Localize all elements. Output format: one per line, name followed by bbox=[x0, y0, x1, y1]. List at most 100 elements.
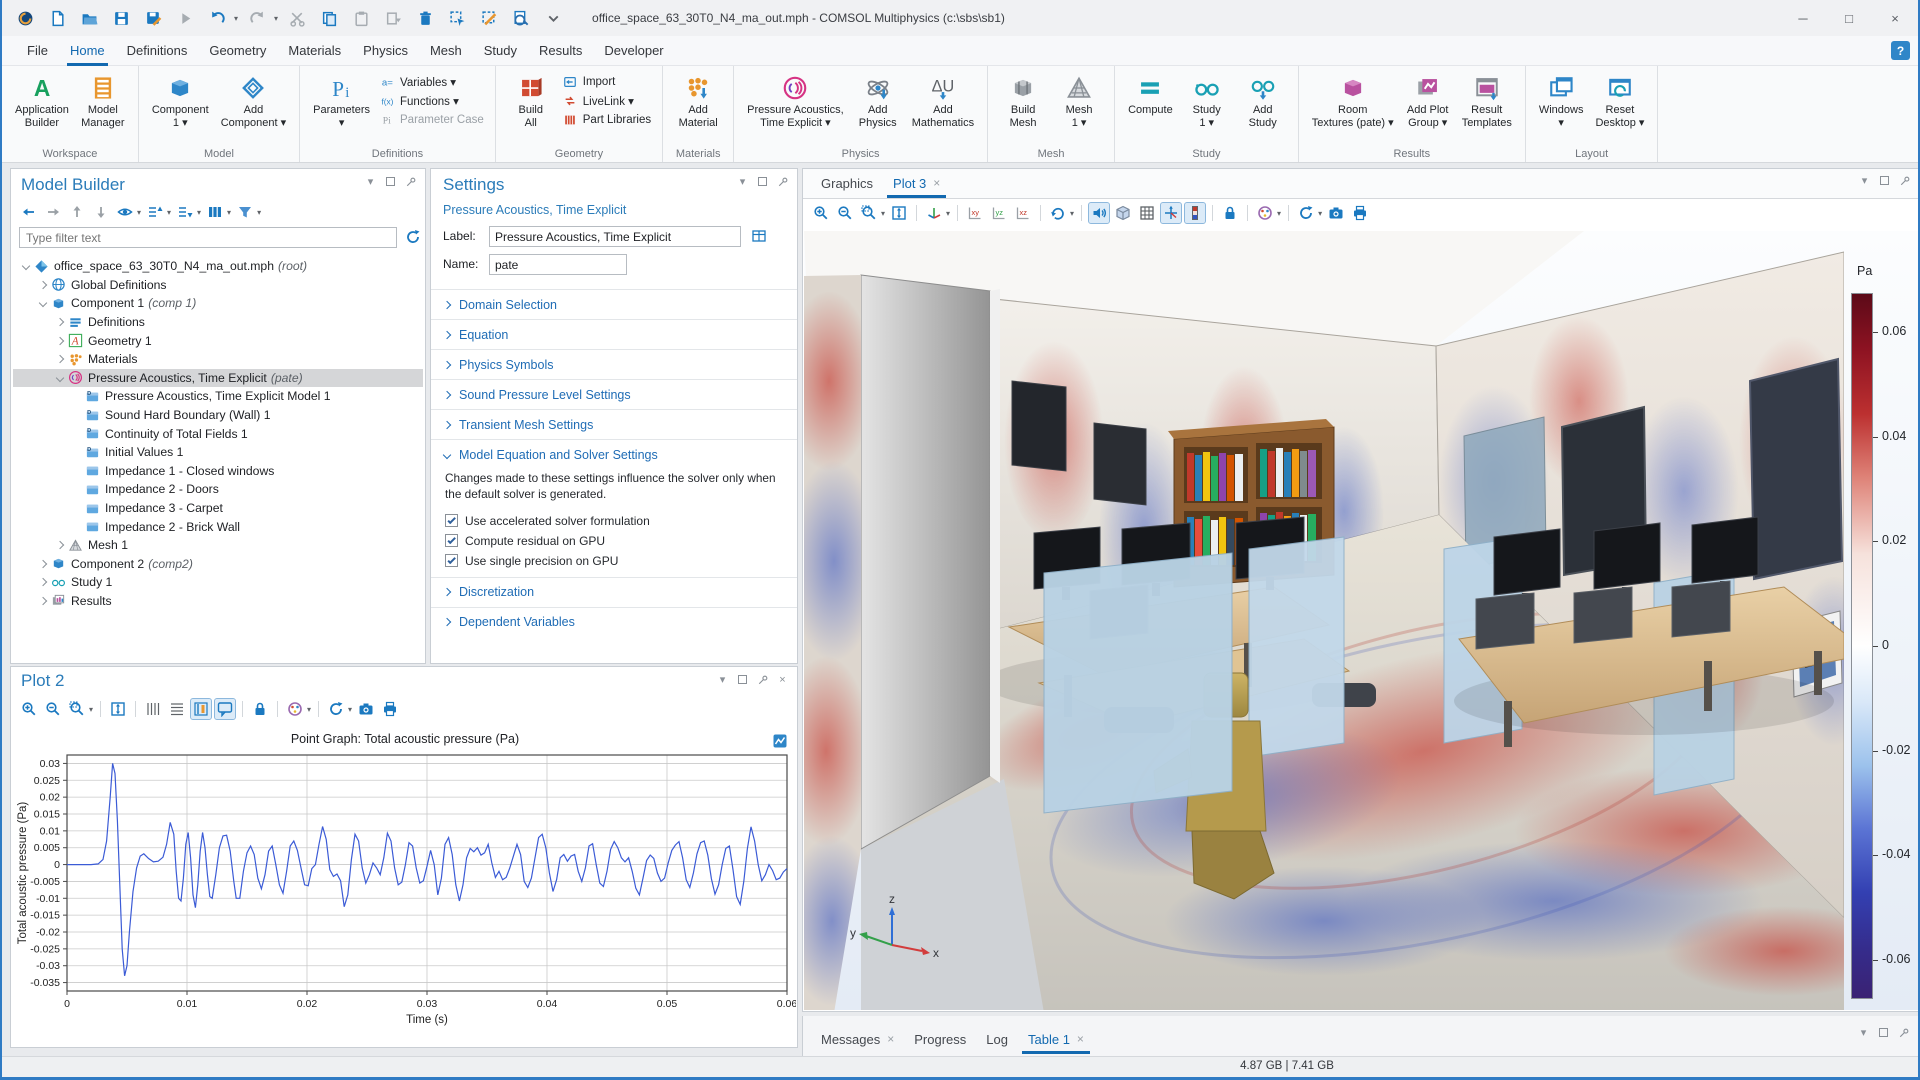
ribbon-build-button[interactable]: Build Mesh bbox=[995, 71, 1051, 133]
zoom-in-icon[interactable] bbox=[811, 203, 831, 223]
zoom-in-icon[interactable] bbox=[19, 699, 39, 719]
color-palette-caret-icon[interactable]: ▾ bbox=[307, 705, 311, 714]
ribbon-add-button[interactable]: Add Physics bbox=[850, 71, 906, 133]
zoom-box-caret-icon[interactable]: ▾ bbox=[89, 705, 93, 714]
ribbon-study-button[interactable]: Study 1 ▾ bbox=[1179, 71, 1235, 133]
dropdown-icon[interactable]: ▾ bbox=[716, 673, 729, 686]
pin-icon[interactable] bbox=[404, 175, 417, 188]
tree-item-mesh-1[interactable]: Mesh 1 bbox=[13, 536, 423, 555]
ribbon-variables--button[interactable]: a= Variables ▾ bbox=[380, 75, 484, 89]
move-down-icon[interactable] bbox=[91, 202, 111, 222]
minimize-button[interactable]: ─ bbox=[1780, 0, 1826, 36]
tree-item-geometry-1[interactable]: A Geometry 1 bbox=[13, 331, 423, 350]
zoom-extents-icon[interactable] bbox=[889, 203, 909, 223]
checkbox-box[interactable] bbox=[445, 554, 458, 568]
tooltip-icon[interactable] bbox=[214, 698, 237, 720]
pin-icon[interactable] bbox=[1897, 1026, 1910, 1039]
node-columns-caret-icon[interactable]: ▾ bbox=[227, 208, 231, 217]
print-icon[interactable] bbox=[1350, 203, 1370, 223]
collapse-all-icon[interactable] bbox=[145, 202, 165, 222]
lock-axes-icon[interactable] bbox=[250, 699, 270, 719]
app-logo-icon[interactable] bbox=[12, 5, 38, 31]
expand-all-icon[interactable] bbox=[175, 202, 195, 222]
tree-item-office-space-63-30t0-n4-ma-out-mph[interactable]: office_space_63_30T0_N4_ma_out.mph (root) bbox=[13, 257, 423, 276]
ribbon-component-button[interactable]: Component 1 ▾ bbox=[146, 71, 215, 133]
orientation-widget-icon[interactable] bbox=[1160, 202, 1183, 224]
run-icon[interactable] bbox=[172, 5, 198, 31]
ribbon-build-button[interactable]: Build All bbox=[503, 71, 559, 133]
dropdown-icon[interactable]: ▾ bbox=[1858, 174, 1871, 187]
toolbar-overflow-icon[interactable] bbox=[540, 5, 566, 31]
color-palette-caret-icon[interactable]: ▾ bbox=[1277, 209, 1281, 218]
delete-icon[interactable] bbox=[412, 5, 438, 31]
menu-home[interactable]: Home bbox=[59, 36, 116, 66]
tree-expander[interactable] bbox=[53, 317, 67, 327]
tree-item-pressure-acoustics-time-explicit[interactable]: Pressure Acoustics, Time Explicit (pate) bbox=[13, 368, 423, 388]
view-xy-icon[interactable]: xy bbox=[965, 203, 985, 223]
dropdown-icon[interactable]: ▾ bbox=[1857, 1026, 1870, 1039]
tab-log[interactable]: Log bbox=[978, 1024, 1016, 1054]
tree-item-definitions[interactable]: Definitions bbox=[13, 313, 423, 332]
tree-expander[interactable] bbox=[53, 336, 67, 345]
menu-results[interactable]: Results bbox=[528, 36, 593, 66]
forward-icon[interactable] bbox=[43, 202, 63, 222]
print-icon[interactable] bbox=[380, 699, 400, 719]
filter-caret-icon[interactable]: ▾ bbox=[257, 208, 261, 217]
snapshot-icon[interactable] bbox=[1326, 203, 1346, 223]
zoom-extents-icon[interactable] bbox=[108, 699, 128, 719]
paste-icon[interactable] bbox=[348, 5, 374, 31]
refresh-plot-caret-icon[interactable]: ▾ bbox=[348, 705, 352, 714]
ribbon-mesh-button[interactable]: Mesh 1 ▾ bbox=[1051, 71, 1107, 133]
tree-item-impedance-2-doors[interactable]: Impedance 2 - Doors bbox=[13, 480, 423, 499]
select-box-icon[interactable] bbox=[444, 5, 470, 31]
undo-caret-icon[interactable]: ▾ bbox=[234, 14, 238, 23]
tree-expander[interactable] bbox=[36, 578, 50, 587]
dropdown-icon[interactable]: ▾ bbox=[364, 175, 377, 188]
redo-caret-icon[interactable]: ▾ bbox=[274, 14, 278, 23]
plot-group-icon[interactable] bbox=[770, 731, 790, 751]
move-up-icon[interactable] bbox=[67, 202, 87, 222]
tab-graphics[interactable]: Graphics bbox=[813, 168, 881, 198]
close-tab-icon[interactable]: × bbox=[887, 1032, 894, 1046]
go-to-view-caret-icon[interactable]: ▾ bbox=[946, 209, 950, 218]
refresh-plot-caret-icon[interactable]: ▾ bbox=[1318, 209, 1322, 218]
ribbon-import-button[interactable]: Import bbox=[563, 75, 651, 89]
ribbon-livelink--button[interactable]: LiveLink ▾ bbox=[563, 94, 651, 108]
ribbon-add-button[interactable]: Add Component ▾ bbox=[215, 71, 292, 133]
pin-icon[interactable] bbox=[776, 175, 789, 188]
ribbon-windows-button[interactable]: Windows ▾ bbox=[1533, 71, 1590, 133]
show-grid-icon[interactable] bbox=[1137, 203, 1157, 223]
checkbox-box[interactable] bbox=[445, 514, 458, 528]
section-header[interactable]: Discretization bbox=[431, 578, 797, 607]
transparency-icon[interactable] bbox=[1113, 203, 1133, 223]
help-button[interactable]: ? bbox=[1891, 41, 1910, 60]
section-header[interactable]: Domain Selection bbox=[431, 290, 797, 319]
tree-expander[interactable] bbox=[53, 540, 67, 550]
color-legend-icon[interactable] bbox=[1184, 202, 1207, 224]
copy-icon[interactable] bbox=[316, 5, 342, 31]
tree-item-initial-values-1[interactable]: D Initial Values 1 bbox=[13, 443, 423, 462]
tab-progress[interactable]: Progress bbox=[906, 1024, 974, 1054]
menu-definitions[interactable]: Definitions bbox=[116, 36, 199, 66]
tab-messages[interactable]: Messages × bbox=[813, 1024, 902, 1054]
view-yz-icon[interactable]: yz bbox=[989, 203, 1009, 223]
x-grid-icon[interactable] bbox=[143, 699, 163, 719]
duplicate-icon[interactable] bbox=[380, 5, 406, 31]
scene-sound-icon[interactable] bbox=[1088, 202, 1111, 224]
pin-icon[interactable] bbox=[1898, 174, 1911, 187]
rename-icon[interactable] bbox=[749, 226, 769, 246]
snapshot-icon[interactable] bbox=[356, 699, 376, 719]
zoom-box-icon[interactable] bbox=[859, 203, 879, 223]
tree-item-results[interactable]: Results bbox=[13, 592, 423, 611]
menu-developer[interactable]: Developer bbox=[593, 36, 674, 66]
checkbox-use-single-precision-on-gpu[interactable]: Use single precision on GPU bbox=[431, 551, 797, 571]
ribbon-add-button[interactable]: ΔU Add Mathematics bbox=[906, 71, 980, 133]
tree-item-impedance-2-brick-wall[interactable]: Impedance 2 - Brick Wall bbox=[13, 517, 423, 536]
ribbon-part-libraries-button[interactable]: Part Libraries bbox=[563, 113, 651, 127]
ribbon-pressure-acoustics--button[interactable]: Pressure Acoustics, Time Explicit ▾ bbox=[741, 71, 850, 133]
expand-all-caret-icon[interactable]: ▾ bbox=[197, 208, 201, 217]
ribbon-add-button[interactable]: Add Study bbox=[1235, 71, 1291, 133]
ribbon-application-button[interactable]: A Application Builder bbox=[9, 71, 75, 133]
cut-icon[interactable] bbox=[284, 5, 310, 31]
view-xz-icon[interactable]: xz bbox=[1013, 203, 1033, 223]
